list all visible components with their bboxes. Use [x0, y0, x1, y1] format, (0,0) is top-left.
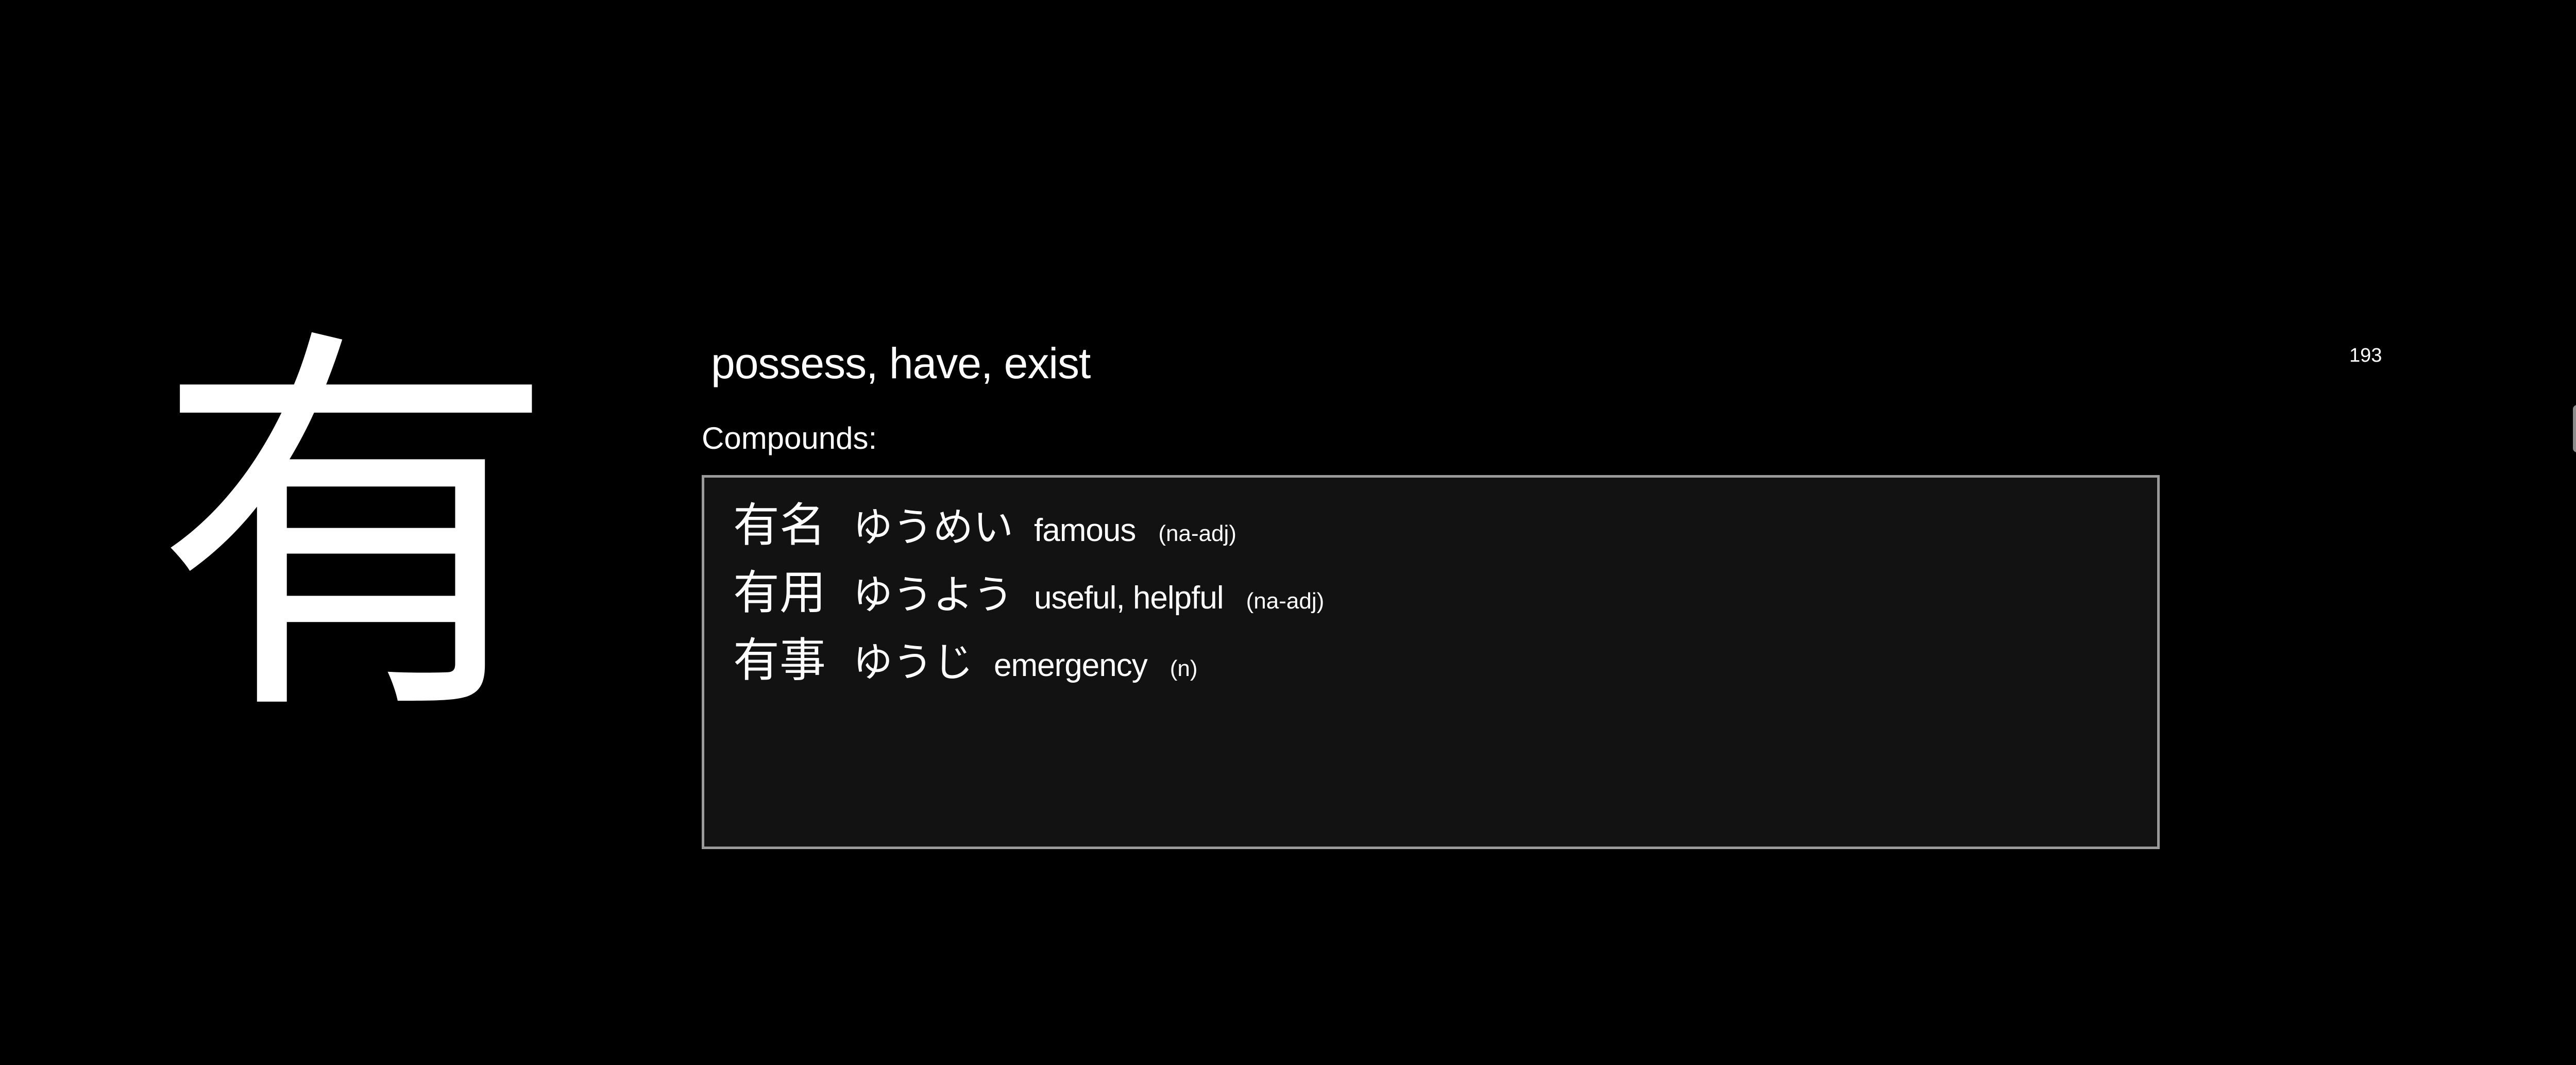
- compound-meaning: emergency: [994, 648, 1148, 683]
- compounds-label: Compounds:: [702, 421, 877, 455]
- compounds-list: 有名 ゆうめい famous (na-adj) 有用 ゆうよう useful, …: [702, 475, 2160, 849]
- compound-reading: ゆうじ: [853, 639, 974, 686]
- compound-meaning: useful, helpful: [1034, 580, 1224, 616]
- kanji-meaning: possess, have, exist: [711, 339, 1091, 387]
- compound-part-of-speech: (na-adj): [1246, 588, 1325, 614]
- compound-row: 有事 ゆうじ emergency (n): [733, 632, 2128, 700]
- compound-row: 有用 ゆうよう useful, helpful (na-adj): [733, 565, 2128, 632]
- compound-part-of-speech: (n): [1170, 656, 1198, 681]
- compound-word: 有名: [733, 498, 826, 552]
- compound-reading: ゆうよう: [853, 572, 1014, 618]
- card-number: 193: [2349, 345, 2382, 366]
- scrollbar-handle[interactable]: [2573, 405, 2576, 452]
- kanji-character: 有: [155, 297, 556, 765]
- compound-part-of-speech: (na-adj): [1158, 521, 1236, 546]
- compound-word: 有事: [733, 633, 826, 687]
- compound-row: 有名 ゆうめい famous (na-adj): [733, 497, 2128, 565]
- compound-word: 有用: [733, 566, 826, 620]
- compound-reading: ゆうめい: [853, 504, 1014, 551]
- compound-meaning: famous: [1034, 513, 1136, 548]
